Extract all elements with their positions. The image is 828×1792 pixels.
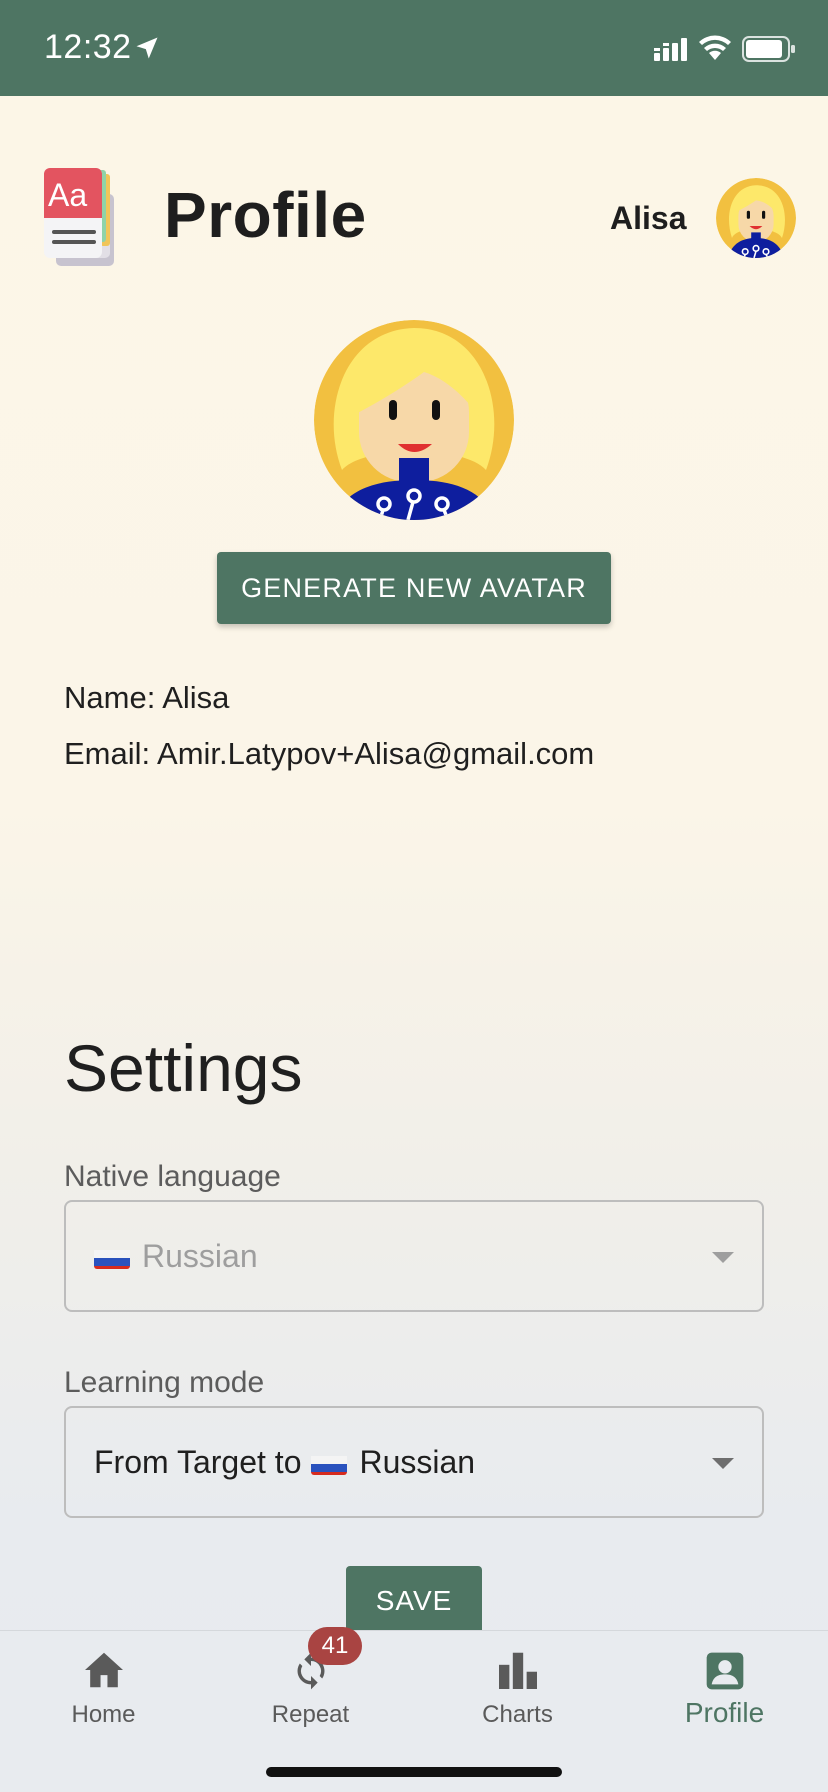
- nav-item-home[interactable]: Home: [0, 1631, 207, 1751]
- russia-flag-icon: [94, 1245, 130, 1269]
- location-arrow-icon: [136, 37, 158, 59]
- battery-icon: [742, 36, 795, 62]
- settings-heading: Settings: [64, 1031, 303, 1105]
- profile-email: Email: Amir.Latypov+Alisa@gmail.com: [64, 736, 595, 771]
- native-language-label: Native language: [64, 1160, 281, 1193]
- page-title: Profile: [164, 179, 367, 251]
- nav-label-charts: Charts: [482, 1701, 553, 1728]
- native-language-value: Russian: [142, 1238, 258, 1274]
- svg-text:Aa: Aa: [48, 177, 87, 213]
- dropdown-arrow-icon: [712, 1458, 734, 1469]
- bar-chart-icon: [498, 1652, 537, 1689]
- repeat-count-badge: 41: [308, 1627, 362, 1665]
- home-indicator: [266, 1767, 562, 1777]
- home-icon: [84, 1652, 123, 1688]
- wifi-icon: [699, 35, 731, 60]
- learning-mode-value: Russian: [359, 1444, 476, 1480]
- russia-flag-icon: [311, 1451, 348, 1475]
- dropdown-arrow-icon: [712, 1252, 734, 1263]
- learning-mode-prefix: From Target to: [94, 1444, 302, 1480]
- app-logo-icon: Aa: [44, 168, 114, 266]
- save-button[interactable]: SAVE: [346, 1566, 482, 1636]
- learning-mode-select[interactable]: From Target to Russian: [64, 1406, 764, 1518]
- account-box-icon: [706, 1652, 743, 1690]
- user-avatar-icon[interactable]: [716, 178, 796, 258]
- status-time: 12:32: [44, 28, 132, 66]
- learning-mode-label: Learning mode: [64, 1366, 265, 1399]
- profile-name: Name: Alisa: [64, 680, 230, 715]
- nav-label-home: Home: [71, 1701, 136, 1728]
- profile-avatar-image: [314, 320, 514, 520]
- native-language-select[interactable]: Russian: [64, 1200, 764, 1312]
- cellular-signal-icon: [654, 38, 687, 61]
- nav-label-profile: Profile: [684, 1697, 765, 1728]
- nav-item-profile[interactable]: Profile: [621, 1631, 828, 1751]
- nav-label-repeat: Repeat: [271, 1701, 350, 1728]
- header-username: Alisa: [610, 200, 687, 236]
- generate-avatar-button[interactable]: GENERATE NEW AVATAR: [217, 552, 611, 624]
- status-bar: 12:32: [0, 0, 828, 96]
- nav-item-charts[interactable]: Charts: [414, 1631, 621, 1751]
